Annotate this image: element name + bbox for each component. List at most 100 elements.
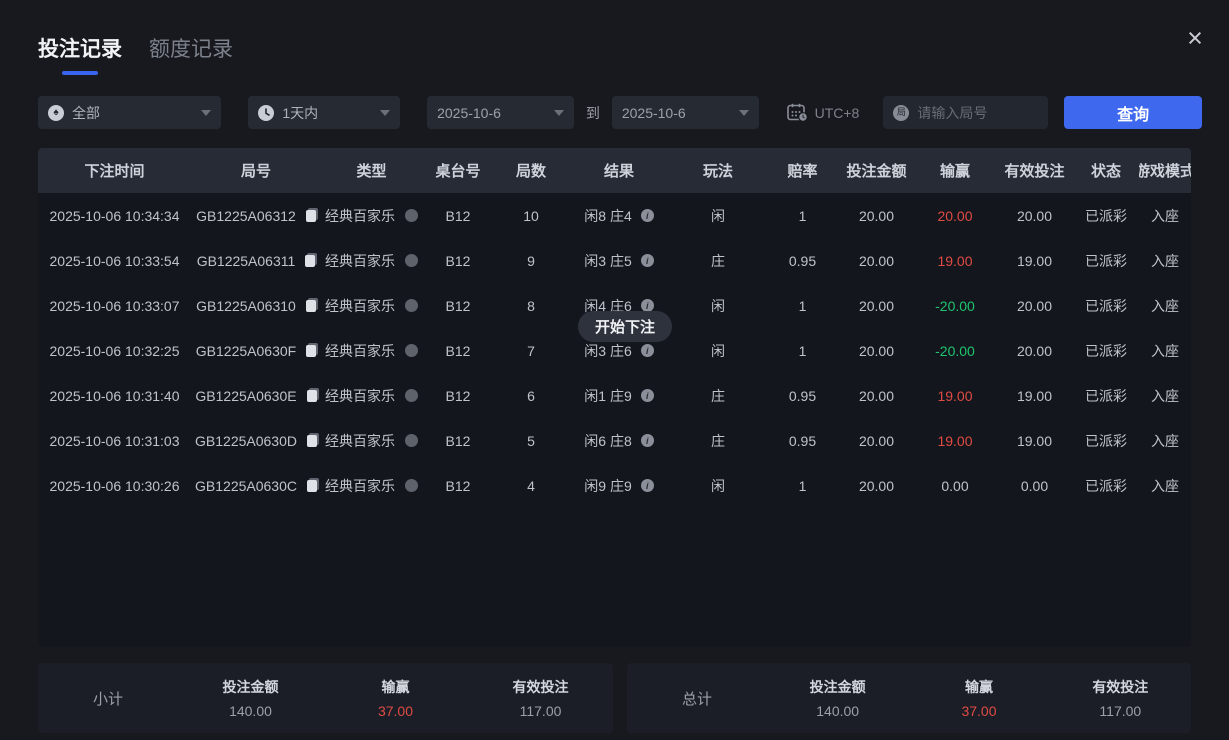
table-row: 2025-10-06 10:33:54GB1225A06311经典百家乐B129…	[38, 238, 1191, 283]
cell-status: 已派彩	[1073, 386, 1139, 406]
cell-valid: 19.00	[996, 253, 1073, 269]
cell-text: 经典百家乐	[325, 206, 395, 226]
cell-text: 已派彩	[1085, 296, 1127, 316]
column-header: 游戏模式	[1139, 160, 1191, 181]
time-range-select[interactable]: 1天内	[248, 96, 400, 129]
copy-icon[interactable]	[306, 300, 316, 312]
subtotal-panel: 小计 投注金额 140.00 输赢 37.00 有效投注 117.00	[38, 663, 613, 733]
cell-text: GB1225A0630D	[195, 433, 297, 449]
cell-text: 2025-10-06 10:31:40	[50, 388, 180, 404]
cell-mode: 入座	[1139, 341, 1191, 361]
cell-text: 1	[799, 343, 807, 359]
game-type-icon	[405, 254, 418, 267]
cell-odds: 1	[766, 208, 839, 224]
cell-type: 经典百家乐	[321, 206, 422, 226]
cell-text: 入座	[1151, 476, 1179, 496]
info-icon[interactable]: i	[641, 344, 654, 357]
cell-text: 19.00	[937, 388, 972, 404]
table-row: 2025-10-06 10:31:03GB1225A0630D经典百家乐B125…	[38, 418, 1191, 463]
cell-text: 8	[527, 298, 535, 314]
cell-text: 入座	[1151, 431, 1179, 451]
cell-bet: 20.00	[839, 208, 914, 224]
cell-result: 闲8 庄4 i	[568, 206, 670, 226]
cell-text: 已派彩	[1085, 431, 1127, 451]
cell-text: 19.00	[937, 253, 972, 269]
cell-text: 经典百家乐	[325, 296, 395, 316]
cell-text: 已派彩	[1085, 476, 1127, 496]
cell-text: B12	[446, 433, 471, 449]
game-id-search[interactable]: 局	[883, 96, 1048, 129]
table-row: 2025-10-06 10:30:26GB1225A0630C经典百家乐B124…	[38, 463, 1191, 508]
copy-icon[interactable]	[306, 345, 316, 357]
cell-time: 2025-10-06 10:31:03	[38, 433, 191, 449]
cell-text: 20.00	[859, 253, 894, 269]
cell-text: 经典百家乐	[325, 431, 395, 451]
bet-records-table: 下注时间局号类型桌台号局数结果玩法赔率投注金额输赢有效投注状态游戏模式 2025…	[38, 148, 1191, 647]
date-from-select[interactable]: 2025-10-6	[427, 96, 574, 129]
cell-result: 闲9 庄9 i	[568, 476, 670, 496]
cell-time: 2025-10-06 10:34:34	[38, 208, 191, 224]
cell-mode: 入座	[1139, 251, 1191, 271]
cell-bet: 20.00	[839, 478, 914, 494]
cell-mode: 入座	[1139, 206, 1191, 226]
copy-icon[interactable]	[307, 390, 317, 402]
copy-icon[interactable]	[305, 255, 315, 267]
cell-play: 闲	[670, 206, 766, 226]
cell-text: 1	[799, 208, 807, 224]
cell-text: GB1225A06312	[196, 208, 296, 224]
cell-text: 19.00	[1017, 433, 1052, 449]
cell-text: 入座	[1151, 206, 1179, 226]
cell-text: 19.00	[1017, 388, 1052, 404]
cell-game-id: GB1225A06311	[191, 253, 321, 269]
time-range-value: 1天内	[282, 103, 318, 123]
copy-icon[interactable]	[307, 480, 317, 492]
cell-text: 闲8 庄4	[584, 206, 631, 226]
search-input[interactable]	[917, 105, 1038, 121]
cell-text: 4	[527, 478, 535, 494]
cell-text: 20.00	[1017, 298, 1052, 314]
subtotal-label: 小计	[38, 688, 178, 709]
cell-mode: 入座	[1139, 431, 1191, 451]
cell-table-no: B12	[422, 388, 494, 404]
cell-mode: 入座	[1139, 296, 1191, 316]
chevron-down-icon	[554, 110, 564, 116]
table-header: 下注时间局号类型桌台号局数结果玩法赔率投注金额输赢有效投注状态游戏模式	[38, 148, 1191, 193]
tabs: 投注记录 额度记录	[38, 33, 233, 75]
cell-bet: 20.00	[839, 343, 914, 359]
timezone-indicator: UTC+8	[787, 103, 860, 122]
cell-play: 庄	[670, 386, 766, 406]
query-button[interactable]: 查询	[1064, 96, 1202, 129]
cell-status: 已派彩	[1073, 476, 1139, 496]
table-row: 2025-10-06 10:31:40GB1225A0630E经典百家乐B126…	[38, 373, 1191, 418]
cell-text: 闲	[711, 476, 725, 496]
date-to-select[interactable]: 2025-10-6	[612, 96, 759, 129]
cell-text: 经典百家乐	[325, 251, 395, 271]
info-icon[interactable]: i	[641, 434, 654, 447]
tab-bet-records[interactable]: 投注记录	[38, 33, 122, 75]
copy-icon[interactable]	[306, 210, 316, 222]
info-icon[interactable]: i	[641, 209, 654, 222]
cell-game-id: GB1225A0630F	[191, 343, 321, 359]
close-icon[interactable]: ×	[1179, 22, 1211, 54]
cell-text: 19.00	[937, 433, 972, 449]
calendar-clock-icon	[787, 103, 808, 122]
cell-text: 0.95	[789, 388, 816, 404]
cell-text: 闲9 庄9	[584, 476, 631, 496]
cell-text: B12	[446, 478, 471, 494]
copy-icon[interactable]	[307, 435, 317, 447]
game-type-select[interactable]: ♠ 全部	[38, 96, 221, 129]
tab-quota-records[interactable]: 额度记录	[149, 33, 233, 75]
info-icon[interactable]: i	[641, 389, 654, 402]
cell-text: 0.95	[789, 433, 816, 449]
cell-round: 10	[494, 208, 568, 224]
column-header: 下注时间	[38, 160, 191, 181]
cell-table-no: B12	[422, 433, 494, 449]
info-icon[interactable]: i	[641, 479, 654, 492]
total-label: 总计	[627, 688, 767, 709]
game-type-icon	[405, 479, 418, 492]
cell-text: 20.00	[859, 208, 894, 224]
cell-table-no: B12	[422, 253, 494, 269]
info-icon[interactable]: i	[641, 254, 654, 267]
cell-status: 已派彩	[1073, 251, 1139, 271]
cell-text: 20.00	[859, 433, 894, 449]
